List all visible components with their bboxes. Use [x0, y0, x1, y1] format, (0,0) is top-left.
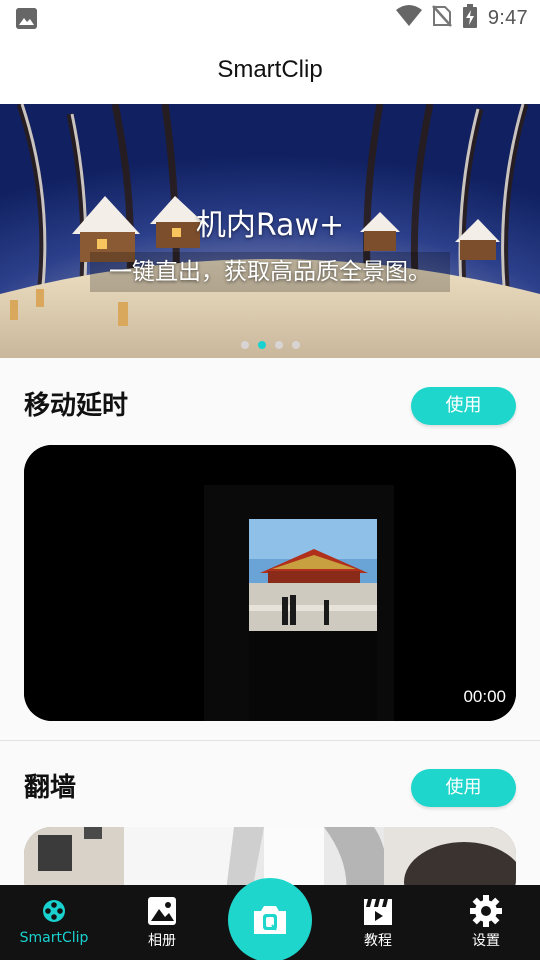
- carousel-indicator: [0, 341, 540, 351]
- nav-item-tutorial[interactable]: 教程: [324, 885, 432, 960]
- nav-label: 教程: [364, 933, 392, 949]
- page-title: SmartClip: [217, 56, 323, 83]
- feature-section-timelapse: 移动延时 使用 00:00: [0, 358, 540, 740]
- nav-item-album[interactable]: 相册: [108, 885, 216, 960]
- use-button[interactable]: 使用: [411, 769, 516, 807]
- no-sim-icon: [431, 4, 452, 32]
- carousel-dot-active[interactable]: [257, 341, 266, 349]
- nav-label: SmartClip: [19, 930, 89, 946]
- carousel-dot[interactable]: [240, 341, 249, 349]
- banner-title: 机内Raw+: [195, 208, 345, 243]
- camera-button[interactable]: [228, 878, 312, 960]
- use-button[interactable]: 使用: [411, 387, 516, 425]
- gear-icon: [470, 895, 502, 927]
- camera-icon: [254, 906, 286, 934]
- nav-label: 相册: [148, 933, 176, 949]
- film-reel-icon: [43, 900, 65, 922]
- status-bar: 9:47: [0, 0, 540, 36]
- section-header: 翻墙 使用: [24, 768, 516, 808]
- video-thumbnail: [24, 445, 516, 721]
- carousel-dot[interactable]: [291, 341, 300, 349]
- video-preview[interactable]: 00:00: [24, 445, 516, 721]
- battery-charging-icon: [462, 4, 478, 32]
- nav-item-smartclip[interactable]: SmartClip: [0, 885, 108, 960]
- image-icon: [148, 897, 176, 925]
- video-timestamp: 00:00: [463, 687, 506, 706]
- nav-item-settings[interactable]: 设置: [432, 885, 540, 960]
- section-title: 移动延时: [24, 391, 129, 421]
- banner-subtitle: 一键直出，获取高品质全景图。: [109, 259, 431, 285]
- banner-carousel[interactable]: 机内Raw+ 一键直出，获取高品质全景图。: [0, 104, 540, 358]
- status-time: 9:47: [487, 6, 528, 29]
- wifi-icon: [395, 5, 422, 31]
- section-header: 移动延时 使用: [24, 386, 516, 426]
- feature-section-wall: 翻墙 使用: [0, 741, 540, 907]
- app-header: SmartClip: [0, 36, 540, 104]
- gallery-notification-icon: [16, 8, 37, 29]
- clapperboard-play-icon: [364, 899, 392, 925]
- carousel-dot[interactable]: [274, 341, 283, 349]
- section-title: 翻墙: [24, 773, 77, 803]
- nav-label: 设置: [472, 933, 500, 949]
